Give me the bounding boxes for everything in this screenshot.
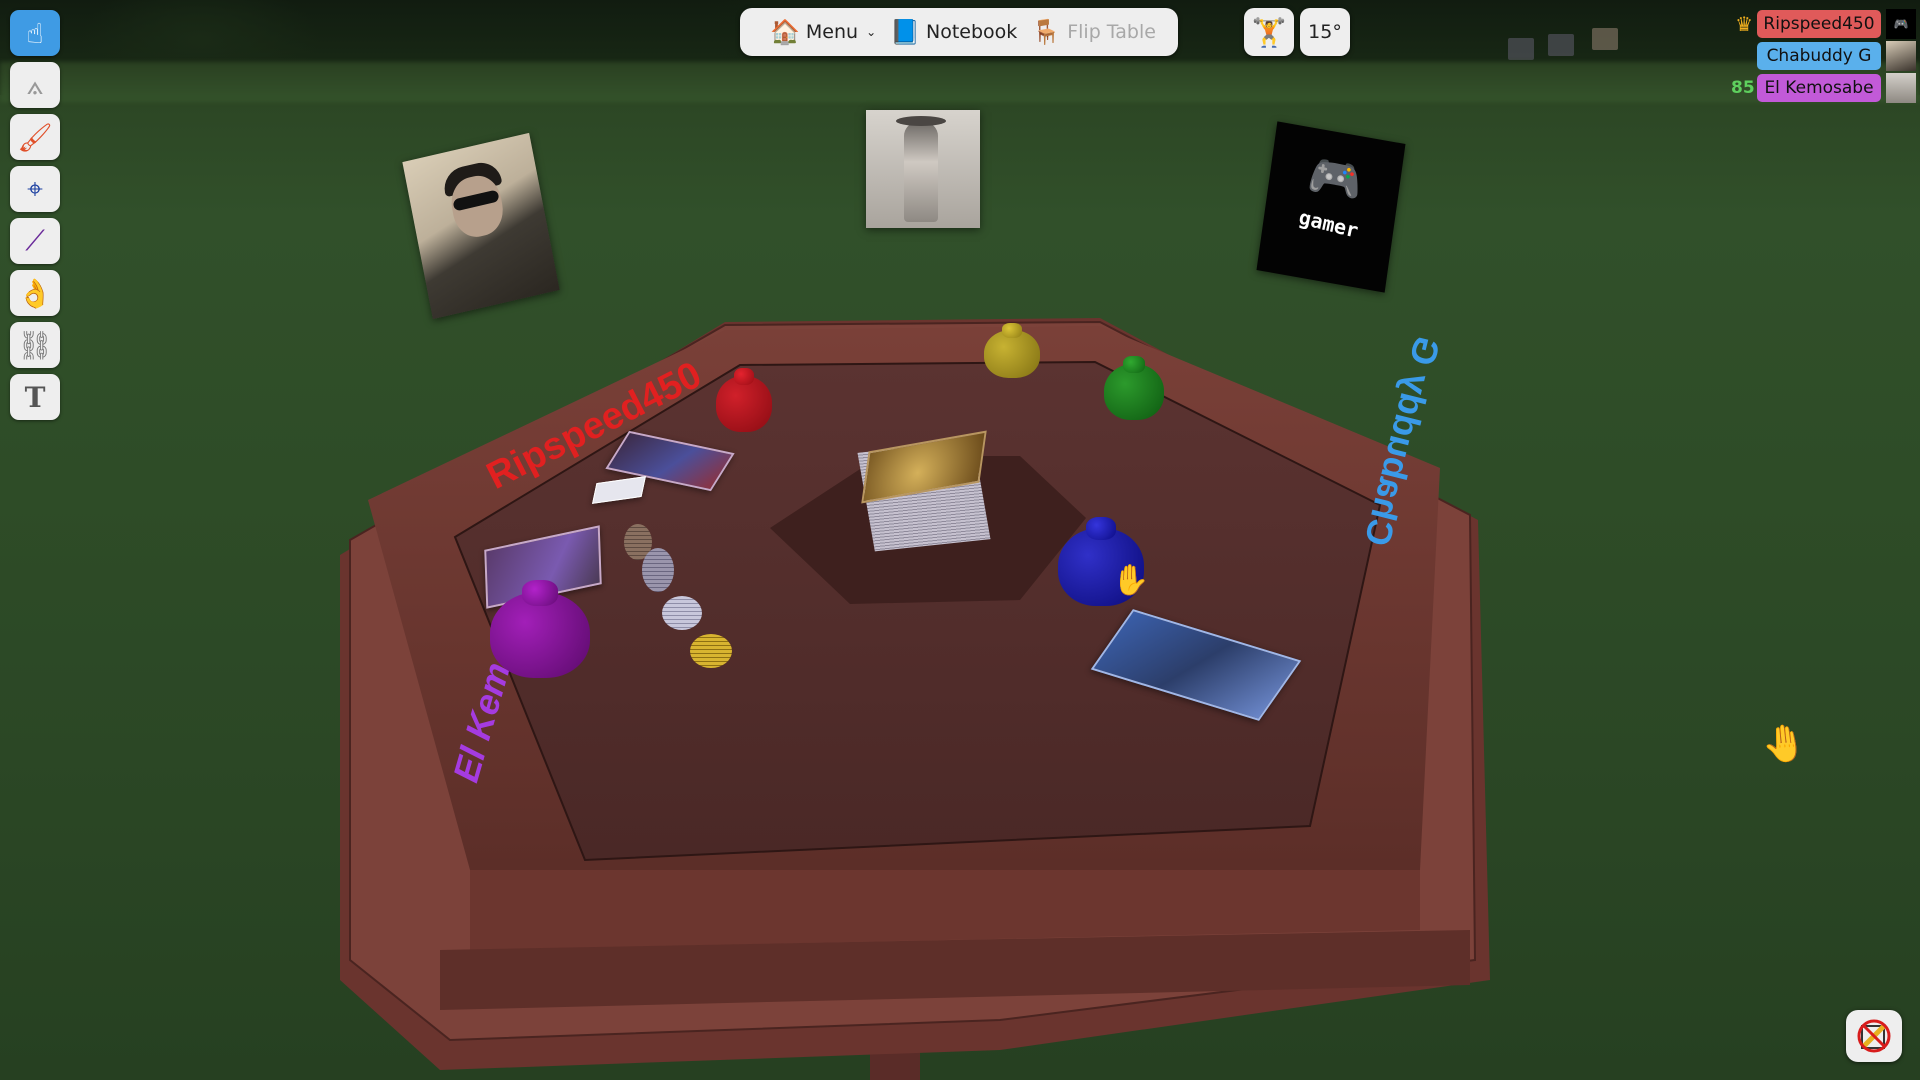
- tool-joint[interactable]: ⛓: [10, 322, 60, 368]
- tool-palette: ☝ ⟑ 🖌 ⌖ ⟋ 👌 ⛓ T: [10, 10, 62, 426]
- player-name[interactable]: Chabuddy G: [1757, 42, 1881, 70]
- menu-label: Menu: [805, 21, 859, 43]
- lift-height-button[interactable]: 🏋: [1244, 8, 1294, 56]
- tool-measure[interactable]: ⟑: [10, 62, 60, 108]
- tool-text[interactable]: T: [10, 374, 60, 420]
- top-menu-bar: 🏠 Menu ⌄ 📘 Notebook 🪑 Flip Table: [740, 8, 1178, 56]
- notebook-button[interactable]: 📘 Notebook: [890, 18, 1017, 46]
- text-icon: T: [24, 380, 46, 414]
- menu-button[interactable]: 🏠 Menu ⌄: [770, 18, 876, 46]
- player-name[interactable]: El Kemosabe: [1757, 74, 1881, 102]
- line-arrow-icon: ⟋: [25, 224, 45, 257]
- flick-hand-icon: 👌: [17, 276, 53, 310]
- flipping-table-icon: 🪑: [1031, 18, 1062, 46]
- compass-icon: ⟑: [26, 68, 44, 101]
- tool-grab[interactable]: ☝: [10, 10, 60, 56]
- notebook-label: Notebook: [926, 21, 1018, 43]
- coin-stack-dark-silver[interactable]: [642, 548, 674, 592]
- home-icon: 🏠: [770, 18, 800, 46]
- bag-green[interactable]: [1104, 364, 1164, 420]
- bag-yellow[interactable]: [984, 330, 1040, 378]
- no-drawing-icon: [1857, 1019, 1891, 1053]
- chain-icon: ⛓: [17, 328, 53, 362]
- bag-red[interactable]: [716, 376, 772, 432]
- gamer-avatar: 🎮: [1886, 9, 1916, 39]
- tool-flick[interactable]: 👌: [10, 270, 60, 316]
- flip-table-label: Flip Table: [1067, 21, 1156, 43]
- map-pin-icon: ⌖: [27, 172, 43, 205]
- tool-line[interactable]: ⟋: [10, 218, 60, 264]
- blue-player-hand-cursor-icon: ✋: [1112, 563, 1150, 598]
- cowboy-avatar: [1886, 73, 1916, 103]
- sunglasses-man-avatar: [1886, 41, 1916, 71]
- player-row[interactable]: Chabuddy G: [1731, 40, 1916, 72]
- player-list: ♛ Ripspeed450 🎮 Chabuddy G 85 El Kemosab…: [1731, 8, 1916, 104]
- player-row[interactable]: 85 El Kemosabe: [1731, 72, 1916, 104]
- weightlifter-icon: 🏋: [1251, 15, 1287, 49]
- notebook-icon: 📘: [890, 18, 921, 46]
- red-player-hand-cursor-icon: 🤚: [1759, 721, 1809, 768]
- player-name[interactable]: Ripspeed450: [1757, 10, 1881, 38]
- tool-zones[interactable]: ⌖: [10, 166, 60, 212]
- chevron-down-icon: ⌄: [866, 25, 877, 39]
- pointer-hand-icon: ☝: [26, 16, 44, 50]
- rotation-angle-button[interactable]: 15°: [1300, 8, 1350, 56]
- player-row[interactable]: ♛ Ripspeed450 🎮: [1731, 8, 1916, 40]
- player-score: 85: [1731, 78, 1755, 98]
- rotation-angle-value: 15°: [1308, 21, 1342, 43]
- game-scene[interactable]: 🎮 gamer Ripspeed450 El Kemosabe Chabuddy…: [0, 0, 1920, 1080]
- paint-brush-icon: 🖌: [17, 120, 53, 154]
- bag-purple[interactable]: [490, 592, 590, 678]
- coin-stack-gold[interactable]: [690, 634, 732, 668]
- crown-icon: ♛: [1735, 12, 1753, 36]
- flip-table-button[interactable]: 🪑 Flip Table: [1031, 18, 1156, 46]
- tool-paint[interactable]: 🖌: [10, 114, 60, 160]
- drawing-disabled-button[interactable]: [1846, 1010, 1902, 1062]
- coin-stack-silver[interactable]: [662, 596, 702, 630]
